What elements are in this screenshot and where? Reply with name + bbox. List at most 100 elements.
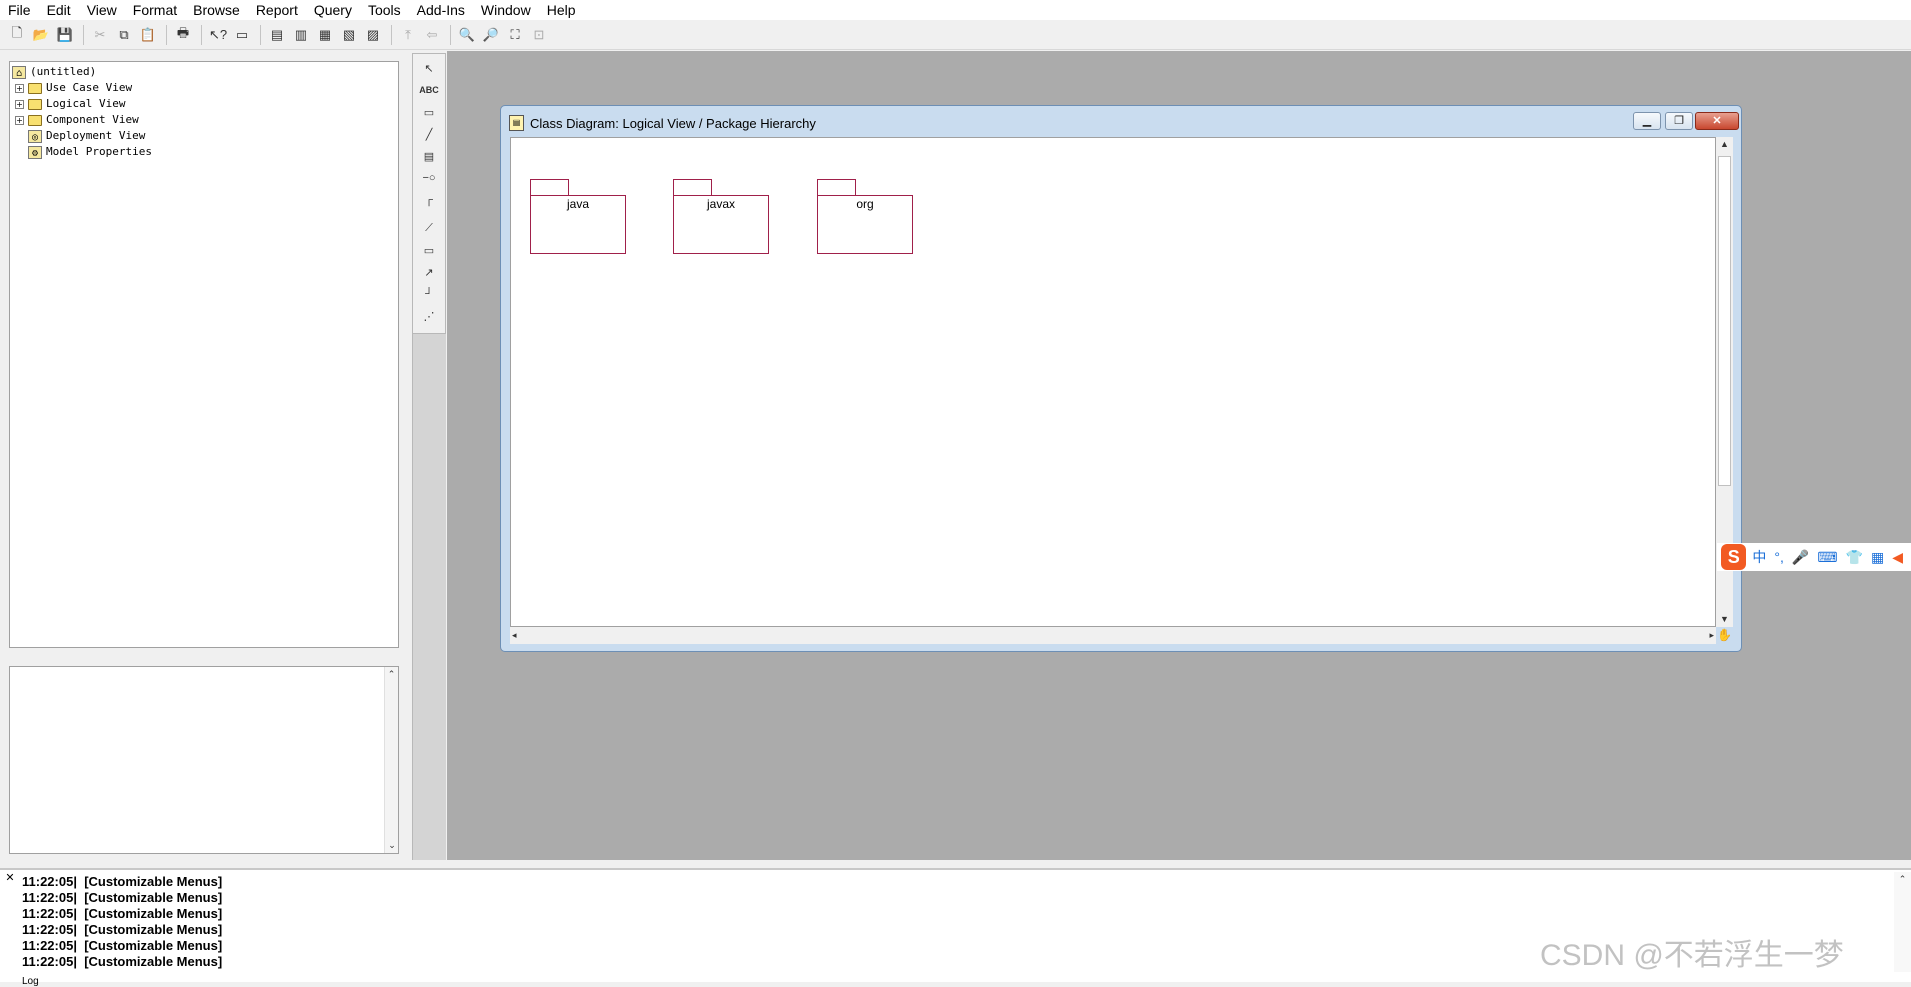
log-close-icon[interactable]: ✕ (4, 872, 16, 884)
menu-view[interactable]: View (79, 0, 125, 20)
documentation-scrollbar[interactable]: ⌃ ⌄ (384, 667, 398, 853)
tree-item-deployment-view[interactable]: ◎ Deployment View (28, 128, 145, 144)
tree-root-label: (untitled) (30, 65, 97, 78)
toolbar-separator (450, 24, 451, 45)
zoom-out-icon[interactable]: 🔎 (480, 24, 502, 46)
menu-browse[interactable]: Browse (185, 0, 248, 20)
interface-tool-icon[interactable]: −○ (418, 168, 440, 188)
tree-item-use-case-view[interactable]: + Use Case View (15, 80, 132, 96)
open-icon[interactable]: 📂 (30, 24, 52, 46)
view-doc-icon[interactable]: ▭ (231, 24, 253, 46)
package-java[interactable]: java (530, 179, 626, 254)
cut-icon[interactable]: ✂ (89, 24, 111, 46)
menu-help[interactable]: Help (539, 0, 584, 20)
new-icon[interactable]: 🗋 (6, 24, 28, 46)
browse-deployment-icon[interactable]: ▨ (362, 24, 384, 46)
menu-edit[interactable]: Edit (39, 0, 79, 20)
toolbar-separator (391, 24, 392, 45)
model-properties-icon: ⚙ (28, 145, 42, 159)
fit-window-icon[interactable]: ⛶ (504, 24, 526, 46)
menu-window[interactable]: Window (473, 0, 539, 20)
paste-icon[interactable]: 📋 (137, 24, 159, 46)
diagram-toolbox: ↖ ABC ▭ ╱ ▤ −○ ┌ ⟋ ▭ ↗ ┘ ⋰ (412, 53, 446, 334)
folder-icon (28, 114, 42, 126)
browse-previous-icon[interactable]: ⇦ (421, 24, 443, 46)
scroll-down-icon[interactable]: ▼ (1716, 612, 1733, 627)
diagram-canvas[interactable]: java javax org (510, 137, 1716, 627)
horizontal-scrollbar[interactable]: ◂ ▸ (510, 627, 1716, 644)
ime-mode[interactable]: 中 (1752, 547, 1766, 567)
log-tab[interactable]: Log (22, 976, 39, 987)
ime-punctuation[interactable]: °, (1774, 549, 1784, 565)
menu-report[interactable]: Report (248, 0, 306, 20)
microphone-icon[interactable]: 🎤 (1792, 549, 1809, 566)
toolbox-grid-icon[interactable]: ▦ (1871, 549, 1884, 566)
scroll-down-icon[interactable]: ⌄ (385, 838, 399, 853)
window-title: Class Diagram: Logical View / Package Hi… (530, 115, 816, 131)
tree-item-model-properties[interactable]: ⚙ Model Properties (28, 144, 152, 160)
scroll-right-icon[interactable]: ▸ (1709, 628, 1714, 643)
tree-item-component-view[interactable]: + Component View (15, 112, 139, 128)
keyboard-icon[interactable]: ⌨ (1817, 549, 1837, 566)
aggregation-tool-icon[interactable]: ⟋ (418, 218, 440, 238)
class-diagram-window[interactable]: ▤ Class Diagram: Logical View / Package … (500, 105, 1742, 652)
anchor-note-tool-icon[interactable]: ╱ (418, 124, 440, 144)
note-tool-icon[interactable]: ▭ (418, 102, 440, 122)
close-button[interactable]: ✕ (1695, 112, 1739, 130)
toolbar-separator (201, 24, 202, 45)
menu-file[interactable]: File (0, 0, 39, 20)
documentation-panel[interactable]: ⌃ ⌄ (9, 666, 399, 854)
window-title-bar[interactable]: ▤ Class Diagram: Logical View / Package … (509, 114, 816, 132)
browse-interaction-icon[interactable]: ▥ (290, 24, 312, 46)
toolbar-separator (166, 24, 167, 45)
package-tool-icon[interactable]: ▭ (418, 240, 440, 260)
tree-item-label: Logical View (46, 97, 126, 110)
browse-state-icon[interactable]: ▧ (338, 24, 360, 46)
package-org[interactable]: org (817, 179, 913, 254)
dependency-tool-icon[interactable]: ↗ (418, 262, 440, 282)
menu-tools[interactable]: Tools (360, 0, 409, 20)
zoom-in-icon[interactable]: 🔍 (456, 24, 478, 46)
print-icon[interactable]: 🖶 (172, 24, 194, 46)
watermark: CSDN @不若浮生一梦 (1540, 939, 1844, 972)
undo-fit-icon[interactable]: ⊡ (528, 24, 550, 46)
restore-button[interactable]: ❐ (1665, 112, 1693, 130)
package-tab (673, 179, 712, 196)
copy-icon[interactable]: ⧉ (113, 24, 135, 46)
realize-tool-icon[interactable]: ⋰ (418, 306, 440, 326)
tree-item-logical-view[interactable]: + Logical View (15, 96, 125, 112)
tree-root[interactable]: ⌂ (untitled) (12, 64, 96, 80)
expand-icon[interactable]: + (15, 115, 24, 125)
browse-class-icon[interactable]: ▤ (266, 24, 288, 46)
scroll-up-icon[interactable]: ⌃ (385, 667, 398, 682)
association-tool-icon[interactable]: ┌ (418, 190, 440, 210)
class-tool-icon[interactable]: ▤ (418, 146, 440, 166)
menu-add-ins[interactable]: Add-Ins (409, 0, 473, 20)
vertical-scroll-thumb[interactable] (1718, 156, 1731, 486)
browser-tree[interactable]: ⌂ (untitled) + Use Case View + Logical V… (9, 61, 399, 648)
package-name: org (856, 197, 874, 211)
ime-toolbar[interactable]: S 中 °, 🎤 ⌨ 👕 ▦ ◀ (1717, 543, 1911, 571)
scroll-up-icon[interactable]: ▲ (1716, 137, 1733, 152)
text-tool-icon[interactable]: ABC (418, 80, 440, 100)
more-icon[interactable]: ◀ (1892, 549, 1903, 566)
context-help-icon[interactable]: ↖? (207, 24, 229, 46)
log-scrollbar[interactable]: ⌃ (1894, 872, 1911, 972)
generalization-tool-icon[interactable]: ┘ (418, 284, 440, 304)
selection-tool-icon[interactable]: ↖ (418, 58, 440, 78)
package-javax[interactable]: javax (673, 179, 769, 254)
log-line: 11:22:05| [Customizable Menus] (22, 890, 223, 905)
expand-icon[interactable]: + (15, 83, 24, 93)
scroll-left-icon[interactable]: ◂ (512, 628, 517, 643)
expand-icon[interactable]: + (15, 99, 24, 109)
browse-parent-icon[interactable]: ⤒ (397, 24, 419, 46)
menu-query[interactable]: Query (306, 0, 360, 20)
scroll-up-icon[interactable]: ⌃ (1894, 872, 1911, 887)
sogou-logo-icon[interactable]: S (1721, 544, 1747, 570)
minimize-button[interactable]: ▁ (1633, 112, 1661, 130)
save-icon[interactable]: 💾 (54, 24, 76, 46)
menu-format[interactable]: Format (125, 0, 185, 20)
skin-icon[interactable]: 👕 (1846, 549, 1863, 566)
pan-hand-icon[interactable]: ✋ (1716, 627, 1733, 644)
browse-component-icon[interactable]: ▦ (314, 24, 336, 46)
